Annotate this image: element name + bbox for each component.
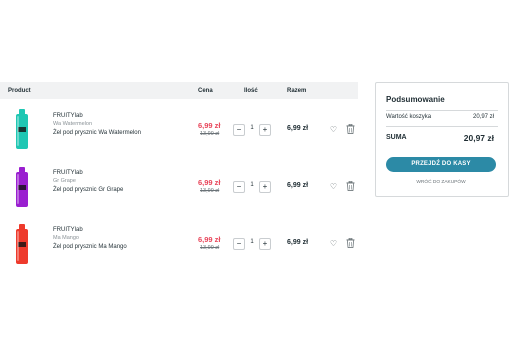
bottle-highlight	[17, 231, 19, 261]
total-value: 20,97 zł	[463, 133, 494, 143]
price-current: 6,99 zł	[198, 178, 221, 187]
bottle-label	[18, 185, 26, 190]
quantity-stepper: − 1 +	[233, 124, 271, 136]
quantity-stepper: − 1 +	[233, 181, 271, 193]
cart-row: FRUITYlab Gr Grape Żel pod prysznic Gr G…	[0, 156, 358, 213]
product-name[interactable]: Żel pod prysznic Gr Grape	[53, 187, 123, 193]
cart-row: FRUITYlab Ma Mango Żel pod prysznic Ma M…	[0, 213, 358, 270]
header-quantity: Ilość	[244, 88, 258, 94]
product-image[interactable]	[15, 109, 29, 149]
bottle-label	[18, 242, 26, 247]
decrease-button[interactable]: −	[233, 238, 245, 250]
cart-table-header: Product Cena Ilość Razem	[0, 82, 358, 99]
quantity-value[interactable]: 1	[247, 125, 257, 131]
increase-button[interactable]: +	[259, 124, 271, 136]
price-old: 13,99 zł	[200, 245, 220, 251]
header-price: Cena	[198, 88, 213, 94]
cart-table: Product Cena Ilość Razem FRUITYlab Wa Wa…	[0, 82, 358, 270]
heart-icon[interactable]: ♡	[329, 125, 338, 134]
bottle-highlight	[17, 174, 19, 204]
total-label: SUMA	[386, 134, 407, 141]
header-product: Product	[8, 88, 31, 94]
product-variant: Gr Grape	[53, 178, 76, 184]
product-image[interactable]	[15, 224, 29, 264]
quantity-value[interactable]: 1	[247, 182, 257, 188]
divider	[386, 126, 498, 127]
checkout-button[interactable]: PRZEJDŹ DO KASY	[386, 157, 496, 172]
row-total: 6,99 zł	[287, 125, 309, 132]
continue-shopping-link[interactable]: WRÓĆ DO ZAKUPÓW	[386, 180, 496, 185]
decrease-button[interactable]: −	[233, 181, 245, 193]
price-current: 6,99 zł	[198, 235, 221, 244]
product-variant: Wa Watermelon	[53, 121, 93, 127]
row-total: 6,99 zł	[287, 182, 309, 189]
increase-button[interactable]: +	[259, 238, 271, 250]
trash-icon[interactable]	[346, 238, 355, 248]
cart-value: 20,97 zł	[472, 114, 494, 120]
product-brand: FRUITYlab	[53, 113, 83, 119]
product-variant: Ma Mango	[53, 235, 79, 241]
order-summary: Podsumowanie Wartość koszyka 20,97 zł SU…	[375, 82, 509, 197]
price-current: 6,99 zł	[198, 121, 221, 130]
trash-icon[interactable]	[346, 124, 355, 134]
quantity-stepper: − 1 +	[233, 238, 271, 250]
cart-value-label: Wartość koszyka	[386, 114, 432, 120]
product-brand: FRUITYlab	[53, 227, 83, 233]
heart-icon[interactable]: ♡	[329, 182, 338, 191]
product-name[interactable]: Żel pod prysznic Ma Mango	[53, 244, 127, 250]
row-total: 6,99 zł	[287, 239, 309, 246]
divider	[386, 110, 498, 111]
price-old: 13,99 zł	[200, 131, 220, 137]
bottle-label	[18, 127, 26, 132]
quantity-value[interactable]: 1	[247, 239, 257, 245]
trash-icon[interactable]	[346, 181, 355, 191]
price-old: 13,99 zł	[200, 188, 220, 194]
product-name[interactable]: Żel pod prysznic Wa Watermelon	[53, 130, 141, 136]
decrease-button[interactable]: −	[233, 124, 245, 136]
header-total: Razem	[287, 88, 307, 94]
product-image[interactable]	[15, 167, 29, 207]
summary-title: Podsumowanie	[386, 95, 445, 104]
cart-row: FRUITYlab Wa Watermelon Żel pod prysznic…	[0, 99, 358, 156]
product-brand: FRUITYlab	[53, 170, 83, 176]
increase-button[interactable]: +	[259, 181, 271, 193]
bottle-highlight	[17, 116, 19, 146]
heart-icon[interactable]: ♡	[329, 239, 338, 248]
